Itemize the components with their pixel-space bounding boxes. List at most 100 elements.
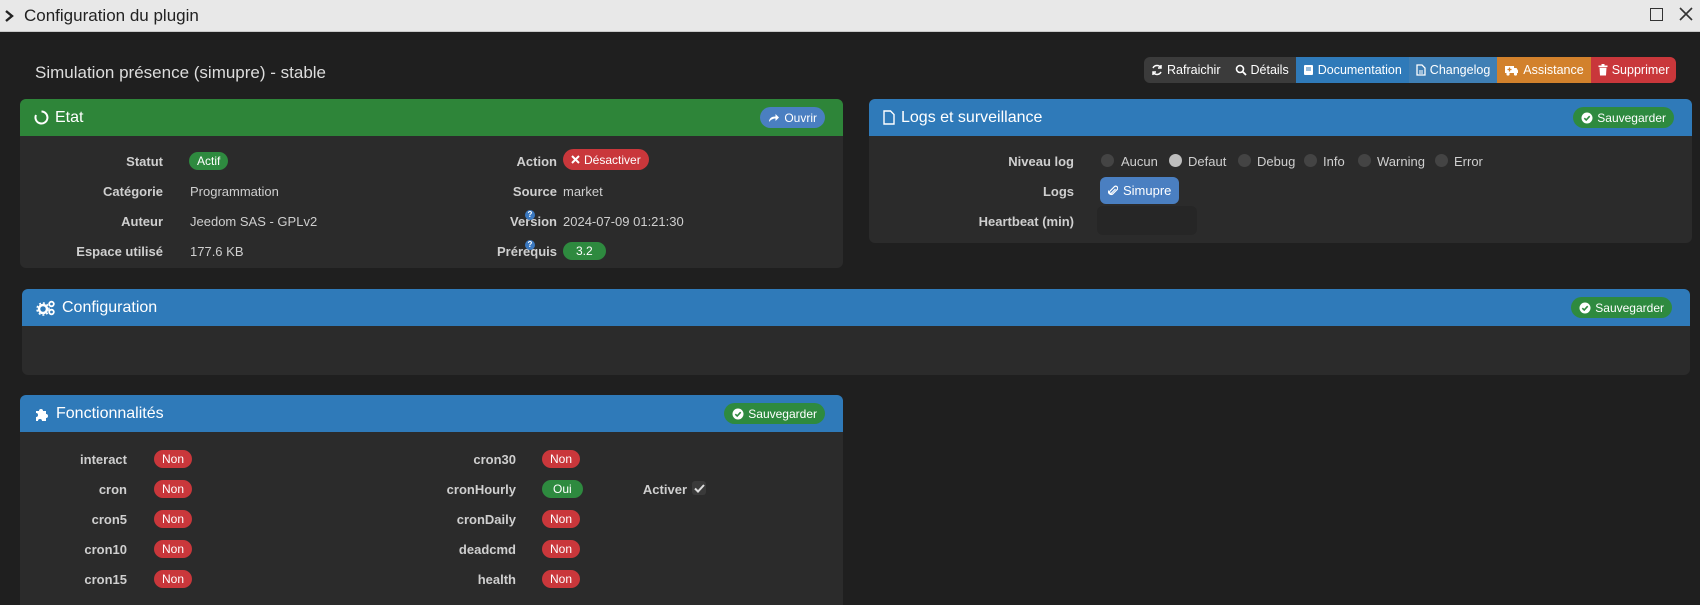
fonctionnalites-save-button[interactable]: Sauvegarder [724, 403, 825, 424]
check-circle-icon [732, 408, 744, 420]
activer-label: Activer [642, 482, 687, 497]
prerequis-badge: 3.2 [563, 242, 606, 260]
feature-name: interact [80, 452, 127, 467]
book-icon [1303, 64, 1314, 76]
simupre-log-button[interactable]: Simupre [1100, 177, 1180, 204]
espace-label: Espace utilisé [76, 244, 163, 259]
ambulance-icon [1504, 64, 1519, 76]
window-titlebar: Configuration du plugin [0, 0, 1700, 32]
refresh-label: Rafraichir [1167, 63, 1221, 77]
details-label: Détails [1250, 63, 1289, 77]
trash-icon [1598, 64, 1608, 76]
changelog-button[interactable]: Changelog [1408, 57, 1498, 83]
niveau-log-label: Niveau log [1008, 154, 1074, 169]
fonctionnalites-save-label: Sauvegarder [748, 406, 817, 421]
etat-panel: Etat Ouvrir Statut Actif Catégorie Progr… [20, 99, 843, 268]
auteur-label: Auteur [121, 214, 163, 229]
maximize-icon[interactable] [1648, 6, 1664, 22]
radio-label: Warning [1377, 154, 1425, 169]
configuration-save-button[interactable]: Sauvegarder [1571, 297, 1672, 318]
chevron-right-icon[interactable] [4, 9, 18, 22]
radio-label: Debug [1257, 154, 1296, 169]
logs-title: Logs et surveillance [901, 108, 1043, 126]
open-label: Ouvrir [784, 110, 817, 125]
etat-header: Etat Ouvrir [20, 99, 843, 136]
delete-button[interactable]: Supprimer [1590, 57, 1677, 83]
feature-name: cronHourly [446, 482, 516, 497]
question-icon[interactable]: ? [525, 240, 535, 250]
auteur-value: Jeedom SAS - GPLv2 [190, 214, 318, 229]
close-icon[interactable] [1678, 6, 1694, 22]
statut-badge: Actif [189, 152, 229, 170]
documentation-button[interactable]: Documentation [1295, 57, 1409, 83]
action-label: Action [516, 154, 557, 169]
espace-value: 177.6 KB [190, 244, 244, 259]
radio-warning[interactable] [1358, 154, 1371, 167]
plugin-toolbar: Rafraichir Détails Documentation Changel… [1144, 57, 1677, 83]
feature-name: cron [98, 482, 127, 497]
radio-error[interactable] [1435, 154, 1448, 167]
configuration-title: Configuration [62, 298, 158, 316]
open-button[interactable]: Ouvrir [760, 107, 825, 128]
gears-icon [36, 300, 56, 316]
feature-value: Non [154, 450, 193, 468]
configuration-save-label: Sauvegarder [1595, 300, 1664, 315]
logs-save-button[interactable]: Sauvegarder [1573, 107, 1674, 128]
changelog-label: Changelog [1429, 63, 1491, 77]
question-icon[interactable]: ? [525, 210, 535, 220]
refresh-button[interactable]: Rafraichir [1144, 57, 1228, 83]
search-icon [1235, 64, 1247, 76]
fonctionnalites-panel: Fonctionnalités Sauvegarder interact Non… [20, 395, 843, 605]
deactivate-label: Désactiver [584, 152, 641, 167]
heartbeat-input[interactable] [1097, 206, 1197, 235]
radio-label: Info [1323, 154, 1345, 169]
feature-value: Non [154, 570, 193, 588]
check-circle-icon [1581, 112, 1593, 124]
puzzle-icon [34, 406, 50, 422]
feature-name: cron15 [84, 572, 127, 587]
radio-aucun[interactable] [1101, 154, 1114, 167]
feature-value: Non [154, 510, 193, 528]
feature-name: health [477, 572, 516, 587]
feature-name: cronDaily [456, 512, 516, 527]
feature-name: deadcmd [458, 542, 516, 557]
check-icon [693, 483, 705, 493]
logs-save-label: Sauvegarder [1597, 110, 1666, 125]
etat-title: Etat [55, 108, 84, 126]
assistance-button[interactable]: Assistance [1497, 57, 1591, 83]
details-button[interactable]: Détails [1227, 57, 1296, 83]
x-icon [571, 155, 580, 164]
paperclip-icon [1108, 185, 1118, 197]
fonctionnalites-title: Fonctionnalités [56, 404, 164, 422]
feature-value: Non [542, 450, 581, 468]
delete-label: Supprimer [1611, 63, 1670, 77]
feature-name: cron5 [91, 512, 127, 527]
feature-value: Non [154, 480, 193, 498]
radio-info[interactable] [1304, 154, 1317, 167]
radio-label: Aucun [1121, 154, 1158, 169]
feature-name: cron30 [473, 452, 516, 467]
version-value: 2024-07-09 01:21:30 [563, 214, 684, 229]
file-icon [883, 110, 895, 125]
window-title: Configuration du plugin [24, 5, 199, 25]
statut-label: Statut [126, 154, 163, 169]
feature-value: Non [542, 510, 581, 528]
share-icon [768, 113, 780, 123]
deactivate-button[interactable]: Désactiver [563, 149, 649, 170]
source-label: Source [512, 184, 557, 199]
categorie-value: Programmation [190, 184, 279, 199]
documentation-label: Documentation [1317, 63, 1402, 77]
radio-debug[interactable] [1238, 154, 1251, 167]
feature-value: Non [542, 540, 581, 558]
file-icon [1416, 64, 1426, 76]
feature-value: Non [154, 540, 193, 558]
radio-defaut[interactable] [1169, 154, 1182, 167]
categorie-label: Catégorie [103, 184, 163, 199]
heartbeat-label: Heartbeat (min) [978, 214, 1074, 229]
simupre-log-label: Simupre [1123, 183, 1172, 198]
page-title: Simulation présence (simupre) - stable [35, 63, 327, 82]
logs-panel: Logs et surveillance Sauvegarder Niveau … [869, 99, 1692, 243]
activer-checkbox[interactable] [692, 481, 706, 495]
feature-value: Non [542, 570, 581, 588]
configuration-panel: Configuration Sauvegarder [22, 289, 1690, 375]
